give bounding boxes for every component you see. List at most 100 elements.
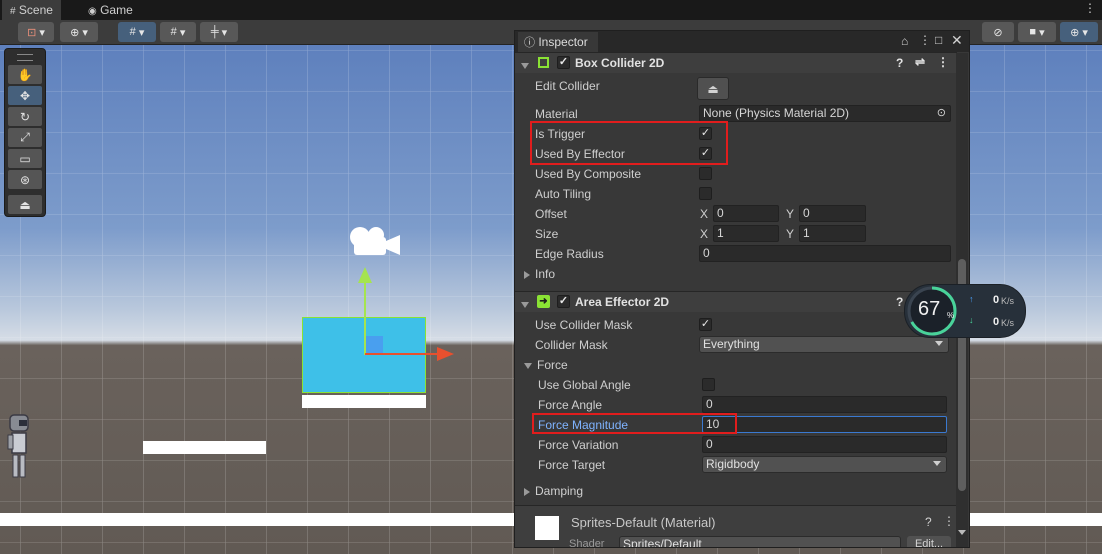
offset-y-field[interactable]: 0 — [799, 205, 866, 222]
grid-snap-dropdown[interactable]: # ▾ — [118, 22, 156, 42]
camera-dropdown[interactable]: ■ ▾ — [1018, 22, 1056, 42]
box-collider-header[interactable]: ✓ Box Collider 2D ? ⇌ ⋮ — [515, 52, 957, 73]
global-local-dropdown[interactable]: ⊕ ▾ — [60, 22, 98, 42]
help-icon[interactable]: ? — [925, 515, 932, 529]
move-tool-button[interactable]: ✥ — [8, 86, 42, 105]
force-target-dropdown[interactable]: Rigidbody — [702, 456, 947, 473]
object-picker-icon[interactable]: ⊙ — [937, 106, 946, 121]
custom-tool-button[interactable]: ⏏ — [8, 195, 42, 214]
inspector-tab-bar: ⓘ Inspector ⌂ ⋮ □ ✕ — [515, 31, 969, 52]
trigger-effector-highlight — [530, 121, 728, 165]
auto-tiling-checkbox[interactable] — [699, 187, 712, 200]
hand-tool-button[interactable]: ✋ — [8, 65, 42, 84]
menu-icon[interactable]: ⋮ — [919, 33, 931, 47]
material-title: Sprites-Default (Material) — [571, 515, 716, 530]
transform-tool-button[interactable]: ⊛ — [8, 170, 42, 189]
edge-radius-field[interactable]: 0 — [699, 245, 951, 262]
more-options-icon[interactable]: ⋮ — [1084, 1, 1096, 15]
scale-tool-button[interactable]: ⤢ — [8, 128, 42, 147]
collider-mask-label: Collider Mask — [535, 338, 608, 352]
damping-label: Damping — [535, 484, 584, 498]
snap-increment-dropdown[interactable]: # ▾ — [160, 22, 196, 42]
force-variation-field[interactable]: 0 — [702, 436, 947, 453]
dropdown-arrow-icon — [933, 461, 941, 466]
force-target-value: Rigidbody — [706, 457, 760, 471]
ruler-icon: ╪ — [210, 26, 219, 38]
offset-y-value: 0 — [803, 206, 810, 220]
editor-tab-strip: # Scene ◉ Game ⋮ — [0, 0, 1102, 20]
lock-icon[interactable]: ⌂ — [901, 34, 908, 48]
shader-edit-button[interactable]: Edit... — [907, 536, 951, 548]
scale-icon: ⤢ — [20, 130, 30, 144]
upload-arrow-icon: ↑ — [969, 294, 974, 304]
use-global-angle-checkbox[interactable] — [702, 378, 715, 391]
use-collider-mask-checkbox[interactable]: ✓ — [699, 318, 712, 331]
damping-foldout[interactable]: Damping — [524, 484, 583, 498]
maximize-icon[interactable]: □ — [935, 33, 942, 47]
tab-game[interactable]: ◉ Game — [80, 0, 141, 20]
component-menu-icon[interactable]: ⋮ — [937, 55, 949, 69]
component-menu-icon[interactable]: ⋮ — [943, 514, 955, 528]
usage-percent: 67 — [918, 298, 941, 320]
download-arrow-icon: ↓ — [969, 315, 974, 325]
offset-label: Offset — [535, 207, 567, 221]
size-x-field[interactable]: 1 — [713, 225, 779, 242]
box-collider-icon — [538, 57, 549, 68]
gizmos-dropdown[interactable]: ⊕ ▾ — [1060, 22, 1098, 42]
size-y-field[interactable]: 1 — [799, 225, 866, 242]
inspector-title: Inspector — [538, 35, 588, 49]
used-by-composite-checkbox[interactable] — [699, 167, 712, 180]
tool-palette: ✋ ✥ ↻ ⤢ ▭ ⊛ ⏏ — [4, 48, 46, 217]
edit-collider-button[interactable]: ⏏ — [697, 77, 729, 100]
edit-collider-label: Edit Collider — [535, 79, 600, 93]
tab-scene[interactable]: # Scene — [2, 0, 61, 20]
force-foldout[interactable]: Force — [524, 358, 568, 372]
help-icon[interactable]: ? — [896, 295, 903, 309]
move-handle-y-axis[interactable] — [364, 281, 366, 355]
close-icon[interactable]: ✕ — [951, 32, 963, 49]
help-icon[interactable]: ? — [896, 56, 903, 70]
usage-percent-unit: % — [947, 311, 955, 320]
box-collider-enabled-checkbox[interactable]: ✓ — [557, 56, 570, 69]
grid-snap-icon: # — [129, 26, 136, 38]
rect-tool-button[interactable]: ▭ — [8, 149, 42, 168]
area-effector-enabled-checkbox[interactable]: ✓ — [557, 295, 570, 308]
move-handle-x-axis[interactable] — [365, 353, 439, 355]
visibility-toggle[interactable]: ⊘ — [982, 22, 1014, 42]
collapse-arrow-icon[interactable] — [521, 297, 534, 311]
rotate-tool-button[interactable]: ↻ — [8, 107, 42, 126]
area-effector-header[interactable]: ➜ ✓ Area Effector 2D ? — [515, 291, 957, 312]
size-label: Size — [535, 227, 559, 241]
presets-icon[interactable]: ⇌ — [915, 55, 925, 69]
x-axis-arrow-icon[interactable] — [437, 347, 454, 361]
collider-mask-dropdown[interactable]: Everything — [699, 336, 949, 353]
material-object-field[interactable]: None (Physics Material 2D) ⊙ — [699, 105, 951, 122]
draw-mode-dropdown[interactable]: ⊡ ▾ — [18, 22, 54, 42]
size-x-value: 1 — [717, 226, 724, 240]
shader-edit-label: Edit... — [914, 538, 944, 548]
camera-gizmo-icon[interactable] — [346, 225, 402, 261]
force-magnitude-field[interactable]: 10 — [702, 416, 947, 433]
custom-tool-icon: ⏏ — [19, 197, 31, 212]
drag-handle-icon[interactable] — [17, 54, 33, 61]
move-handle-center[interactable] — [365, 336, 383, 354]
robot-character-sprite[interactable] — [6, 413, 34, 481]
collapse-arrow-icon[interactable] — [521, 58, 534, 72]
force-label: Force — [537, 358, 568, 372]
force-angle-label: Force Angle — [538, 398, 603, 412]
offset-x-field[interactable]: 0 — [713, 205, 779, 222]
tab-inspector[interactable]: ⓘ Inspector — [518, 32, 598, 52]
offset-x-axis-label: X — [700, 207, 709, 221]
scroll-down-arrow-icon[interactable] — [958, 530, 966, 535]
force-angle-field[interactable]: 0 — [702, 396, 947, 413]
expand-arrow-icon — [524, 270, 530, 279]
platform-left[interactable] — [143, 441, 266, 454]
size-x-axis-label: X — [700, 227, 709, 241]
y-axis-arrow-icon[interactable] — [358, 267, 372, 283]
shader-dropdown[interactable]: Sprites/Default — [619, 536, 901, 547]
platform-under-box[interactable] — [302, 395, 426, 408]
info-foldout[interactable]: Info — [524, 267, 555, 281]
material-preview-swatch — [535, 516, 559, 540]
size-y-value: 1 — [803, 226, 810, 240]
ruler-dropdown[interactable]: ╪ ▾ — [200, 22, 238, 42]
